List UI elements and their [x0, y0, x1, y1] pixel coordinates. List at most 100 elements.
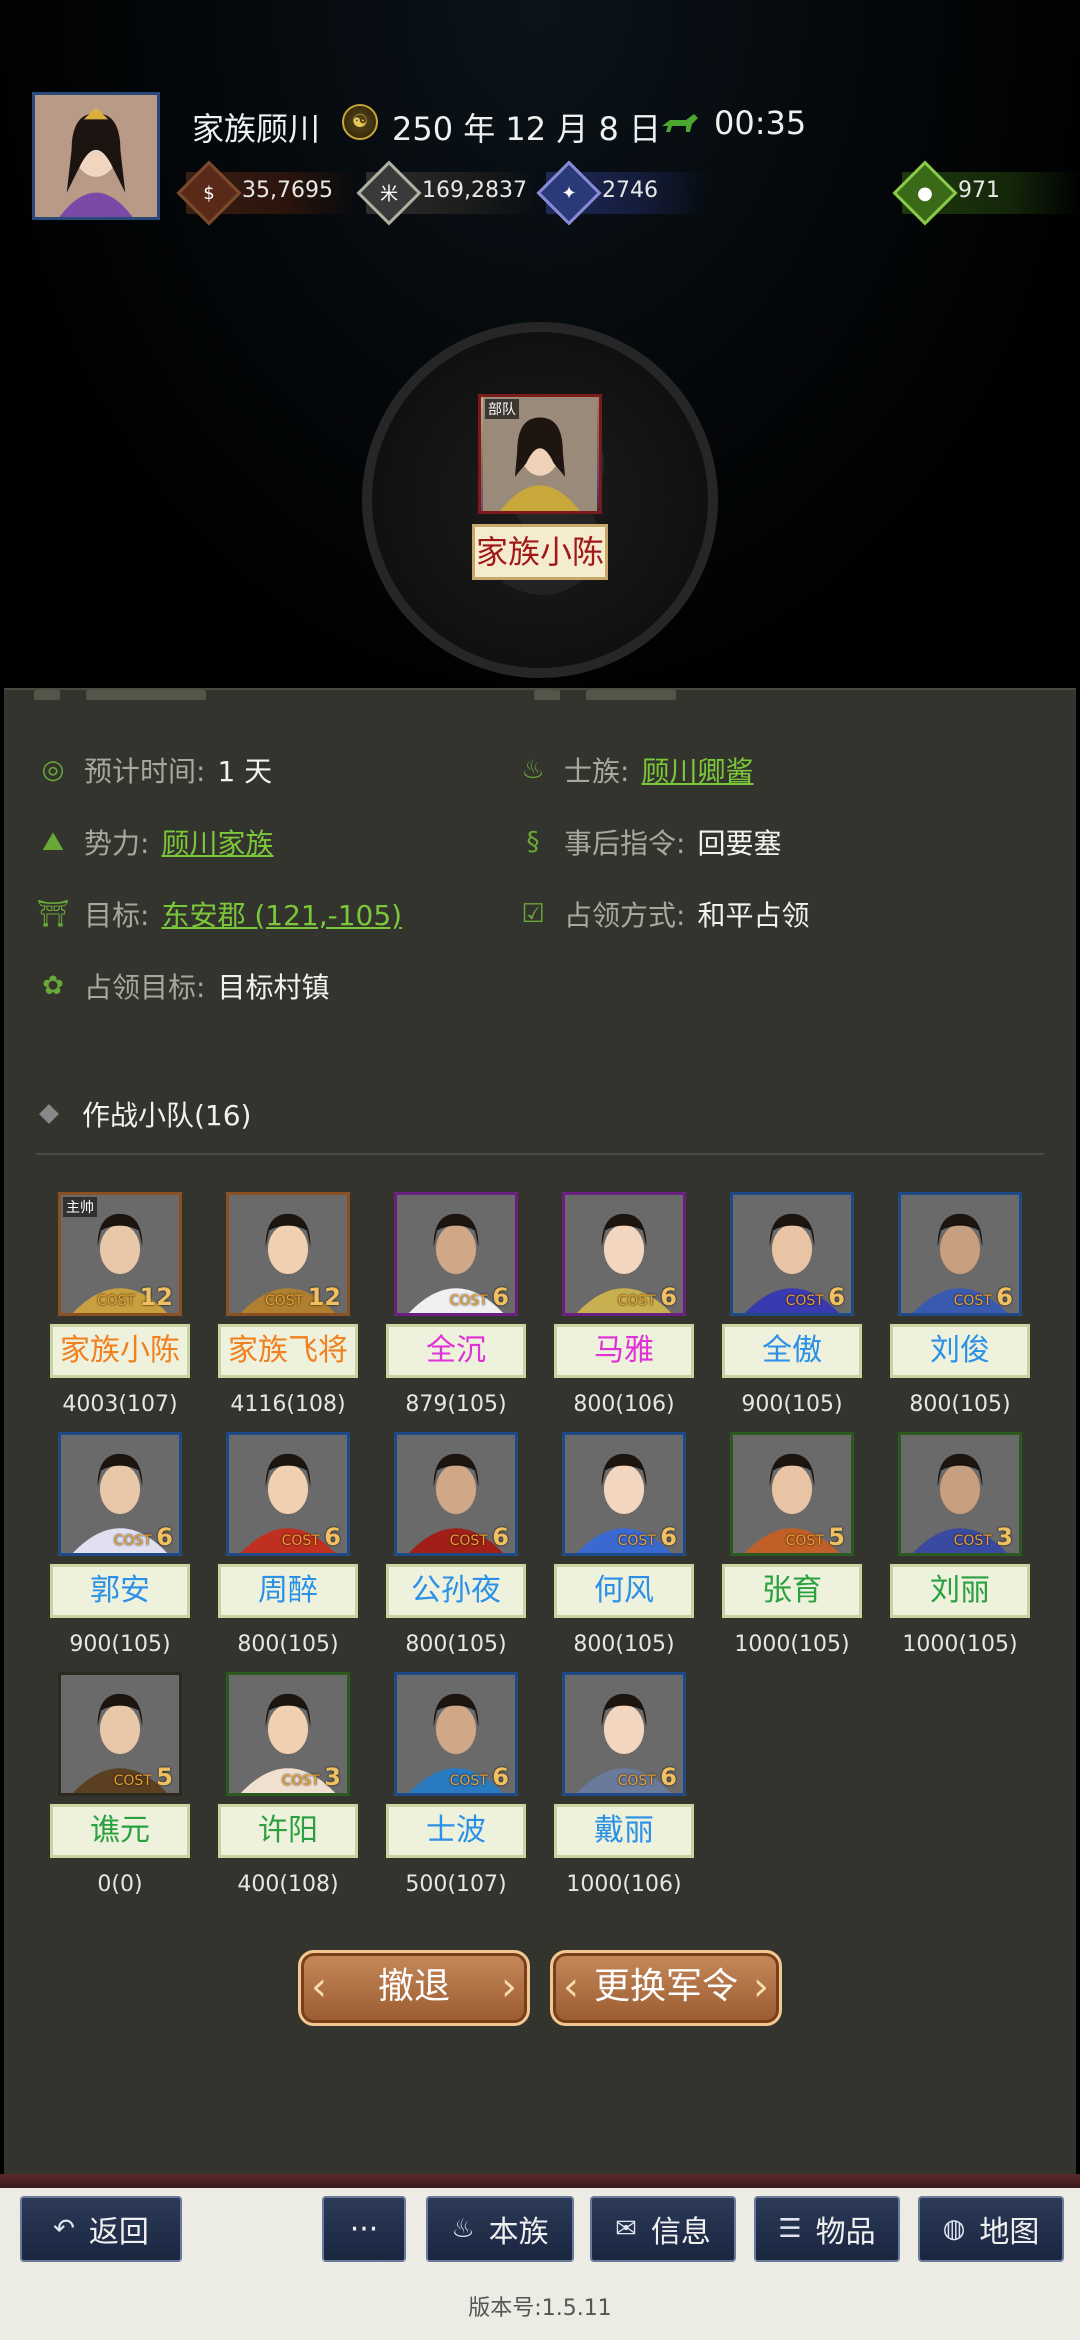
retreat-button[interactable]: 撤退	[298, 1950, 530, 2026]
general-name[interactable]: 家族小陈	[50, 1324, 190, 1378]
info-nav-button[interactable]: ✉ 信息	[590, 2196, 736, 2262]
cost-label: COST	[449, 1533, 493, 1549]
general-troops: 800(105)	[237, 1632, 339, 1657]
cost-label: COST	[264, 1293, 308, 1309]
clan-label: 士族:	[564, 755, 630, 788]
unit-portrait[interactable]: 部队	[478, 394, 602, 514]
items-nav-button[interactable]: ☰ 物品	[754, 2196, 900, 2262]
cost-value: 6	[492, 1523, 509, 1551]
general-portrait[interactable]: COST 5	[58, 1672, 182, 1796]
cost-badge: COST 6	[618, 1283, 677, 1311]
clan-icon: ♨	[451, 2214, 475, 2244]
map-nav-button[interactable]: ◍ 地图	[918, 2196, 1064, 2262]
general-name[interactable]: 家族飞将	[218, 1324, 358, 1378]
clan-icon: ♨	[521, 755, 545, 785]
game-time: 00:35	[714, 104, 807, 142]
cost-badge: COST 12	[265, 1283, 341, 1311]
general-portrait[interactable]: COST 5	[730, 1432, 854, 1556]
general-name[interactable]: 士波	[386, 1804, 526, 1858]
top-hud: 家族顾川 ☯ 250 年 12 月 8 日 00:35 $ 35,7695 米 …	[0, 0, 1080, 690]
player-avatar[interactable]	[32, 92, 160, 220]
cost-value: 5	[828, 1523, 845, 1551]
general-portrait[interactable]: COST 6	[394, 1672, 518, 1796]
clan-link[interactable]: 顾川卿酱	[641, 750, 753, 790]
occupy-target-label: 占领目标:	[84, 971, 206, 1004]
general-portrait[interactable]: COST 12	[226, 1192, 350, 1316]
general-portrait[interactable]: COST 6	[562, 1432, 686, 1556]
general-troops: 879(105)	[405, 1392, 507, 1417]
general-name[interactable]: 谯元	[50, 1804, 190, 1858]
gold-value: 971	[958, 178, 1000, 203]
general-name[interactable]: 刘俊	[890, 1324, 1030, 1378]
general-troops: 800(105)	[573, 1632, 675, 1657]
occupy-mode-row: ☑ 占领方式: 和平占领	[516, 892, 809, 936]
change-order-button[interactable]: 更换军令	[550, 1950, 782, 2026]
general-name[interactable]: 全傲	[722, 1324, 862, 1378]
cost-value: 6	[828, 1283, 845, 1311]
general-portrait[interactable]: COST 6	[226, 1432, 350, 1556]
general-troops: 500(107)	[405, 1872, 507, 1897]
cost-value: 6	[660, 1763, 677, 1791]
cost-value: 6	[660, 1523, 677, 1551]
cost-badge: COST 6	[786, 1283, 845, 1311]
target-link[interactable]: 东安郡 (121,-105)	[161, 894, 402, 934]
cost-label: COST	[785, 1533, 829, 1549]
coin-resource: $ 35,7695	[176, 160, 356, 226]
back-arrow-icon: ↶	[53, 2214, 75, 2244]
general-troops: 900(105)	[69, 1632, 171, 1657]
general-name[interactable]: 周醉	[218, 1564, 358, 1618]
more-button[interactable]: ···	[322, 2196, 406, 2262]
grain-value: 169,2837	[422, 178, 527, 203]
grain-resource: 米 169,2837	[356, 160, 536, 226]
cost-label: COST	[449, 1293, 493, 1309]
occupy-target-row: ✿ 占领目标: 目标村镇	[36, 964, 329, 1008]
general-portrait[interactable]: COST 3	[898, 1432, 1022, 1556]
chat-icon: ✉	[615, 2214, 637, 2244]
faction-link[interactable]: 顾川家族	[161, 822, 273, 862]
cost-badge: COST 6	[954, 1283, 1013, 1311]
cost-badge: COST 6	[450, 1763, 509, 1791]
general-name[interactable]: 公孙夜	[386, 1564, 526, 1618]
clan-nav-button[interactable]: ♨ 本族	[426, 2196, 574, 2262]
general-portrait[interactable]: COST 6	[58, 1432, 182, 1556]
general-portrait[interactable]: COST 6	[394, 1192, 518, 1316]
divider	[36, 1153, 1044, 1155]
general-name[interactable]: 张育	[722, 1564, 862, 1618]
general-portrait[interactable]: COST 6	[394, 1432, 518, 1556]
unit-name-label[interactable]: 家族小陈	[472, 524, 608, 580]
cost-badge: COST 6	[450, 1283, 509, 1311]
general-name[interactable]: 戴丽	[554, 1804, 694, 1858]
occupy-mode-value: 和平占领	[697, 899, 810, 932]
cost-value: 5	[156, 1763, 173, 1791]
back-button[interactable]: ↶ 返回	[20, 2196, 182, 2262]
globe-icon: ◍	[942, 2214, 966, 2244]
clock-icon: ◎	[41, 755, 65, 785]
general-name[interactable]: 全沉	[386, 1324, 526, 1378]
horse-speed-icon[interactable]	[660, 112, 700, 134]
unit-tag: 部队	[485, 399, 519, 419]
soldier-icon: ✦	[561, 182, 577, 204]
cost-label: COST	[785, 1293, 829, 1309]
general-name[interactable]: 马雅	[554, 1324, 694, 1378]
general-name[interactable]: 许阳	[218, 1804, 358, 1858]
general-troops: 0(0)	[97, 1872, 143, 1897]
general-portrait[interactable]: COST 6	[562, 1192, 686, 1316]
general-name[interactable]: 郭安	[50, 1564, 190, 1618]
general-name[interactable]: 何风	[554, 1564, 694, 1618]
cost-value: 3	[324, 1763, 341, 1791]
general-portrait[interactable]: COST 6	[562, 1672, 686, 1796]
general-name[interactable]: 刘丽	[890, 1564, 1030, 1618]
seal-icon: ✿	[42, 971, 64, 1001]
clipped-row	[34, 690, 1034, 708]
faction-label: 势力:	[84, 827, 150, 860]
general-portrait[interactable]: 主帅 COST 12	[58, 1192, 182, 1316]
troops-value: 2746	[602, 178, 658, 203]
occupy-target-value: 目标村镇	[217, 971, 330, 1004]
general-portrait[interactable]: COST 6	[730, 1192, 854, 1316]
general-portrait[interactable]: COST 6	[898, 1192, 1022, 1316]
after-order-row: § 事后指令: 回要塞	[516, 820, 782, 864]
general-portrait[interactable]: COST 3	[226, 1672, 350, 1796]
cost-label: COST	[113, 1533, 157, 1549]
cost-value: 6	[324, 1523, 341, 1551]
cost-badge: COST 5	[114, 1763, 173, 1791]
